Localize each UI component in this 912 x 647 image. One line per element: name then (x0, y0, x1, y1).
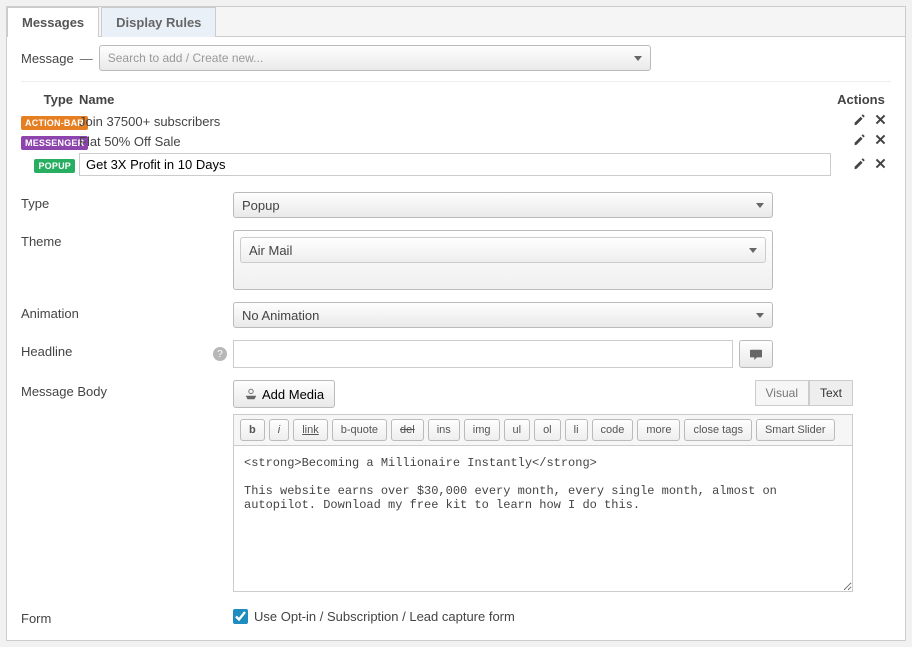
editor-toolbar: b i link b-quote del ins img ul ol li co… (233, 414, 853, 446)
row-message-body: Message Body Add Media Visual Text b i l… (21, 374, 891, 601)
headline-input[interactable] (233, 340, 733, 368)
row-animation: Animation No Animation (21, 296, 891, 334)
label-theme: Theme (21, 230, 233, 290)
edit-icon[interactable] (853, 157, 866, 173)
message-label: Message (21, 51, 74, 66)
main-panel: Messages Display Rules Message — Search … (6, 6, 906, 641)
btn-close-tags[interactable]: close tags (684, 419, 752, 441)
btn-bold[interactable]: b (240, 419, 265, 441)
type-value: Popup (242, 198, 280, 213)
btn-code[interactable]: code (592, 419, 634, 441)
row-theme: Theme Air Mail (21, 224, 891, 296)
btn-ul[interactable]: ul (504, 419, 531, 441)
row-headline: Headline ? (21, 334, 891, 374)
chat-icon (749, 348, 763, 360)
editor-tabs: Visual Text (755, 380, 853, 406)
col-header-name: Name (75, 92, 831, 107)
type-select[interactable]: Popup (233, 192, 773, 218)
btn-ins[interactable]: ins (428, 419, 460, 441)
label-headline: Headline (21, 340, 233, 368)
chevron-down-icon (756, 313, 764, 318)
btn-li[interactable]: li (565, 419, 588, 441)
animation-value: No Animation (242, 308, 319, 323)
row-name-editable (75, 153, 831, 176)
dash: — (80, 51, 93, 66)
tab-messages[interactable]: Messages (7, 7, 99, 37)
col-header-actions: Actions (831, 92, 891, 107)
table-row: POPUP (21, 151, 891, 178)
btn-bquote[interactable]: b-quote (332, 419, 387, 441)
chat-button[interactable] (739, 340, 773, 368)
theme-value: Air Mail (249, 243, 292, 258)
optin-checkbox[interactable] (233, 609, 248, 624)
tab-display-rules[interactable]: Display Rules (101, 7, 216, 37)
table-header: Type Name Actions (21, 88, 891, 111)
row-name: Join 37500+ subscribers (75, 114, 831, 129)
add-media-button[interactable]: Add Media (233, 380, 335, 408)
btn-link[interactable]: link (293, 419, 328, 441)
col-header-type: Type (21, 92, 75, 107)
row-type: Type Popup (21, 186, 891, 224)
chevron-down-icon (756, 203, 764, 208)
theme-box: Air Mail (233, 230, 773, 290)
add-media-label: Add Media (262, 387, 324, 402)
tabs-bar: Messages Display Rules (7, 7, 905, 37)
label-type: Type (21, 192, 233, 218)
btn-smart-slider[interactable]: Smart Slider (756, 419, 835, 441)
message-body-textarea[interactable] (233, 446, 853, 592)
btn-ol[interactable]: ol (534, 419, 561, 441)
optin-checkbox-label: Use Opt-in / Subscription / Lead capture… (254, 609, 515, 624)
label-message-body: Message Body (21, 380, 233, 595)
label-animation: Animation (21, 302, 233, 328)
editor-tab-text[interactable]: Text (809, 380, 853, 406)
theme-select[interactable]: Air Mail (240, 237, 766, 263)
btn-italic[interactable]: i (269, 419, 289, 441)
delete-icon[interactable] (874, 113, 887, 129)
table-row: ACTION-BAR Join 37500+ subscribers (21, 111, 891, 131)
help-icon[interactable]: ? (213, 347, 227, 361)
btn-img[interactable]: img (464, 419, 500, 441)
delete-icon[interactable] (874, 157, 887, 173)
tag-popup: POPUP (34, 159, 75, 173)
messages-table: Type Name Actions ACTION-BAR Join 37500+… (21, 88, 891, 178)
delete-icon[interactable] (874, 133, 887, 149)
message-search-row: Message — Search to add / Create new... (21, 45, 891, 71)
divider (21, 81, 891, 82)
row-form: Form Use Opt-in / Subscription / Lead ca… (21, 601, 891, 632)
label-form: Form (21, 607, 233, 626)
chevron-down-icon (749, 248, 757, 253)
btn-del[interactable]: del (391, 419, 424, 441)
panel: Message — Search to add / Create new... … (7, 37, 905, 640)
row-name-input[interactable] (79, 153, 831, 176)
message-search-placeholder: Search to add / Create new... (108, 51, 263, 65)
media-icon (244, 387, 258, 401)
chevron-down-icon (634, 56, 642, 61)
row-name: Flat 50% Off Sale (75, 134, 831, 149)
btn-more[interactable]: more (637, 419, 680, 441)
editor-tab-visual[interactable]: Visual (755, 380, 809, 406)
message-search-select[interactable]: Search to add / Create new... (99, 45, 651, 71)
table-row: MESSENGER Flat 50% Off Sale (21, 131, 891, 151)
edit-icon[interactable] (853, 113, 866, 129)
edit-icon[interactable] (853, 133, 866, 149)
animation-select[interactable]: No Animation (233, 302, 773, 328)
